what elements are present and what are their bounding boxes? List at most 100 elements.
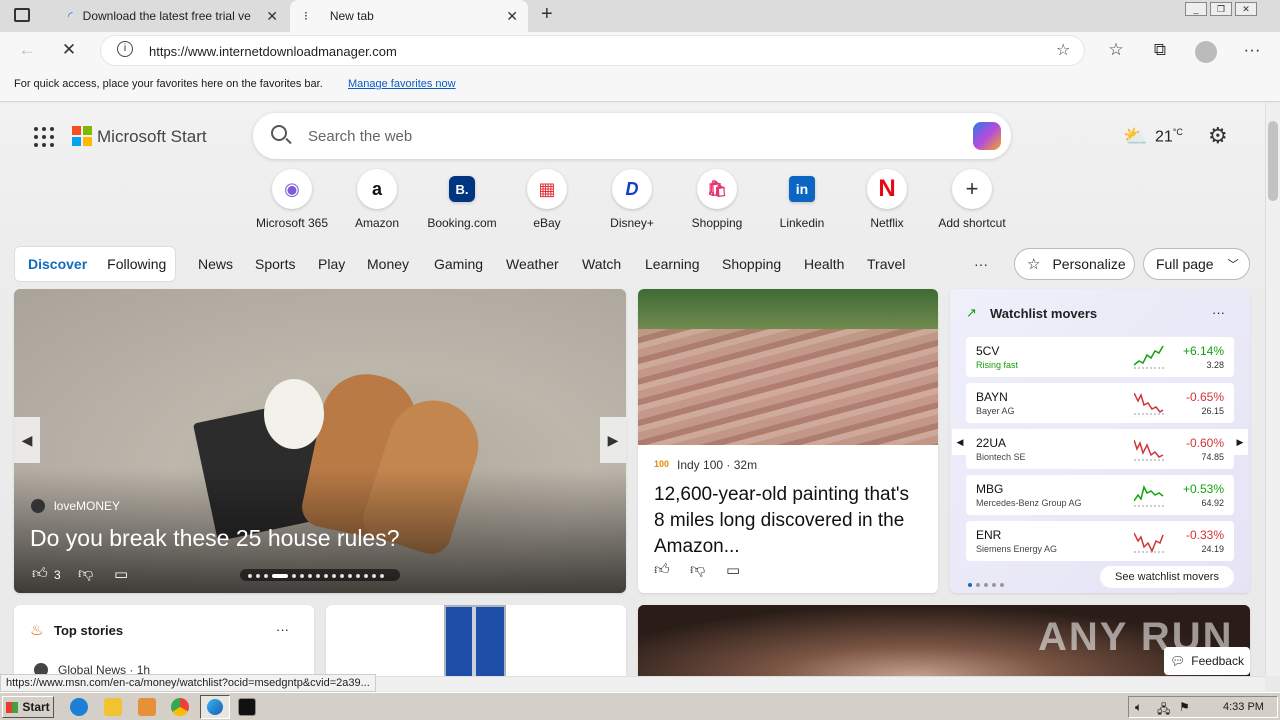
volume-icon[interactable]: 🔈︎ <box>1135 700 1142 715</box>
article-headline[interactable]: 12,600-year-old painting that's 8 miles … <box>654 482 924 560</box>
tab-discover[interactable]: Discover <box>28 256 87 272</box>
copilot-icon[interactable] <box>973 122 1001 150</box>
nav-health[interactable]: Health <box>804 256 844 272</box>
top-stories-more-icon[interactable]: ··· <box>276 622 289 637</box>
shortcut-linkedin[interactable]: in Linkedin <box>760 169 844 230</box>
tab-new-tab[interactable]: ⁝ New tab ✕ <box>290 0 528 32</box>
page-settings-icon[interactable]: ⚙ <box>1208 123 1228 149</box>
shortcut-amazon[interactable]: a Amazon <box>335 169 419 230</box>
nav-sports[interactable]: Sports <box>255 256 295 272</box>
watchlist-pagination[interactable] <box>966 574 1006 592</box>
folder-icon[interactable] <box>104 698 122 716</box>
hero-card[interactable]: ◀ ▶ loveMONEY Do you break these 25 hous… <box>14 289 626 593</box>
hero-headline[interactable]: Do you break these 25 house rules? <box>30 525 400 552</box>
video-card[interactable]: ANY RUN 💬︎ Feedback <box>638 605 1250 676</box>
article-card[interactable]: 100 Indy 100 · 32m 12,600-year-old paint… <box>638 289 938 593</box>
feedback-button[interactable]: 💬︎ Feedback <box>1164 647 1250 675</box>
nav-play[interactable]: Play <box>318 256 345 272</box>
ie-icon[interactable] <box>70 698 88 716</box>
nav-watch[interactable]: Watch <box>582 256 621 272</box>
cmd-icon[interactable] <box>238 698 256 716</box>
ebay-icon: ▦ <box>527 169 567 209</box>
shortcut-ebay[interactable]: ▦ eBay <box>505 169 589 230</box>
signin-link[interactable]: Sign in <box>1048 131 1088 146</box>
watchlist-title[interactable]: Watchlist movers <box>990 306 1097 321</box>
weather-icon[interactable]: ⛅ <box>1123 124 1148 149</box>
temperature[interactable]: 21°C <box>1155 127 1183 146</box>
like-icon[interactable]: 👍︎ <box>654 561 670 579</box>
shortcut-disney[interactable]: D Disney+ <box>590 169 674 230</box>
network-icon[interactable]: 🖧 <box>1157 700 1170 720</box>
dislike-icon[interactable]: 👎︎ <box>78 565 93 583</box>
nav-learning[interactable]: Learning <box>645 256 700 272</box>
media-player-icon[interactable] <box>138 698 156 716</box>
nav-travel[interactable]: Travel <box>867 256 905 272</box>
add-favorite-icon[interactable]: ☆ <box>1056 40 1070 60</box>
stock-row-5cv[interactable]: 5CV Rising fast +6.14% 3.28 <box>966 337 1234 377</box>
profile-avatar[interactable] <box>1195 41 1217 63</box>
manage-favorites-link[interactable]: Manage favorites now <box>348 78 456 90</box>
address-bar[interactable]: i https://www.internetdownloadmanager.co… <box>100 35 1085 66</box>
new-tab-button[interactable]: + <box>541 3 553 26</box>
nav-money[interactable]: Money <box>367 256 409 272</box>
nav-weather[interactable]: Weather <box>506 256 559 272</box>
carousel-dots[interactable] <box>240 569 400 581</box>
nav-news[interactable]: News <box>198 256 233 272</box>
shortcut-booking[interactable]: B. Booking.com <box>420 169 504 230</box>
top-stories-title[interactable]: Top stories <box>54 623 123 638</box>
article-source[interactable]: Indy 100 · 32m <box>677 458 757 472</box>
carousel-next-button[interactable]: ▶ <box>600 417 626 463</box>
product-card[interactable] <box>326 605 626 676</box>
info-icon[interactable]: i <box>117 41 133 57</box>
dislike-icon[interactable]: 👎︎ <box>690 561 705 579</box>
nav-gaming[interactable]: Gaming <box>434 256 483 272</box>
tab-actions-icon[interactable] <box>14 8 30 22</box>
close-tab-icon[interactable]: ✕ <box>506 8 518 25</box>
personalize-label: Personalize <box>1052 256 1126 272</box>
search-box[interactable]: Search the web <box>253 113 1011 159</box>
booking-icon: B. <box>449 176 475 202</box>
back-button[interactable]: ← <box>14 40 40 60</box>
settings-more-icon[interactable]: ··· <box>1239 40 1265 60</box>
full-page-dropdown[interactable]: Full page ﹀ <box>1143 248 1250 280</box>
vertical-scrollbar[interactable] <box>1265 103 1280 676</box>
tab-idm[interactable]: ◜ Download the latest free trial ve ✕ <box>56 0 288 32</box>
collections-icon[interactable]: ⧉ <box>1147 40 1173 60</box>
comment-icon[interactable]: ▭ <box>726 561 740 579</box>
stock-row-mbg[interactable]: MBG Mercedes-Benz Group AG +0.53% 64.92 <box>966 475 1234 515</box>
chrome-icon[interactable] <box>171 698 189 716</box>
app-launcher-icon[interactable] <box>34 127 54 147</box>
flag-icon[interactable]: ⚑ <box>1179 700 1190 714</box>
linkedin-icon: in <box>789 176 815 202</box>
shortcut-add[interactable]: + Add shortcut <box>930 169 1014 230</box>
nav-shopping[interactable]: Shopping <box>722 256 781 272</box>
reload-stop-button[interactable]: ✕ <box>56 40 82 60</box>
carousel-prev-button[interactable]: ◀ <box>14 417 40 463</box>
hero-source[interactable]: loveMONEY <box>54 499 120 513</box>
shortcut-microsoft-365[interactable]: ◉ Microsoft 365 <box>250 169 334 230</box>
tab-following[interactable]: Following <box>107 256 166 272</box>
nav-more-icon[interactable]: ··· <box>974 256 988 272</box>
brand-title[interactable]: Microsoft Start <box>97 127 207 147</box>
clock[interactable]: 4:33 PM <box>1223 701 1264 713</box>
close-window-button[interactable]: ✕ <box>1235 2 1257 16</box>
shortcut-shopping[interactable]: 🛍 Shopping <box>675 169 759 230</box>
stock-row-22ua[interactable]: 22UA Biontech SE -0.60% 74.85 <box>966 429 1234 469</box>
stock-row-bayn[interactable]: BAYN Bayer AG -0.65% 26.15 <box>966 383 1234 423</box>
minimize-button[interactable]: _ <box>1185 2 1207 16</box>
favorites-icon[interactable]: ☆ <box>1103 40 1129 60</box>
watchlist-next-button[interactable]: ▶ <box>1232 429 1248 455</box>
watchlist-prev-button[interactable]: ◀ <box>952 429 968 455</box>
microsoft-logo-icon[interactable] <box>72 126 92 146</box>
edge-taskbar-button[interactable] <box>200 695 230 719</box>
watchlist-more-icon[interactable]: ··· <box>1212 305 1225 320</box>
see-watchlist-button[interactable]: See watchlist movers <box>1100 566 1234 588</box>
personalize-button[interactable]: ☆ Personalize <box>1014 248 1135 280</box>
maximize-button[interactable]: ❐ <box>1210 2 1232 16</box>
start-button[interactable]: Start <box>2 696 54 718</box>
like-icon[interactable]: 👍︎ <box>32 565 48 583</box>
stock-row-enr[interactable]: ENR Siemens Energy AG -0.33% 24.19 <box>966 521 1234 561</box>
close-tab-icon[interactable]: ✕ <box>266 8 278 25</box>
comment-icon[interactable]: ▭ <box>114 565 128 583</box>
shortcut-netflix[interactable]: N Netflix <box>845 169 929 230</box>
